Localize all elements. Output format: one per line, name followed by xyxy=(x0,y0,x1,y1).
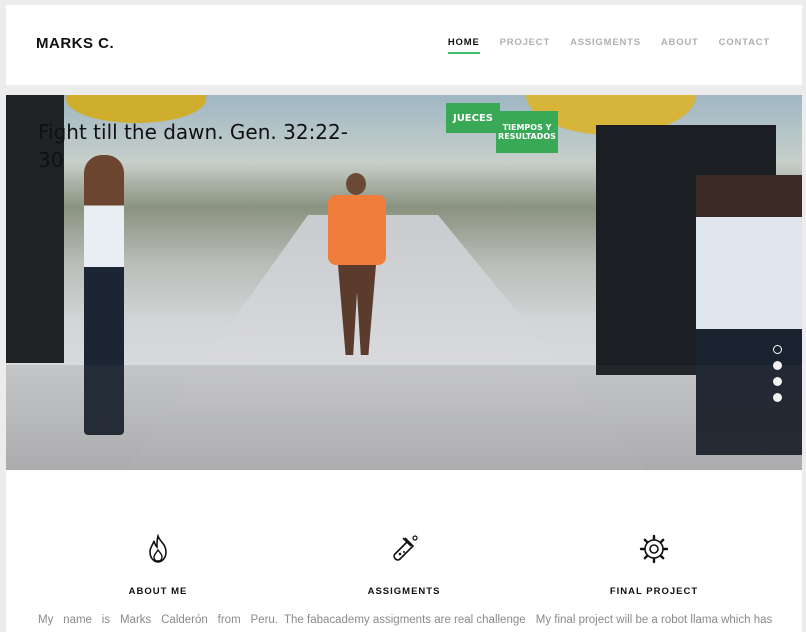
page-frame: MARKS C. HOME PROJECT ASSIGMENTS ABOUT C… xyxy=(6,5,802,632)
nav-assigments[interactable]: ASSIGMENTS xyxy=(570,37,641,54)
nav-contact[interactable]: CONTACT xyxy=(719,37,770,54)
feature-text: My name is Marks Calderón from Peru. xyxy=(38,614,278,626)
slider-dot-3[interactable] xyxy=(773,377,782,386)
nav-project[interactable]: PROJECT xyxy=(500,37,550,54)
slider-dot-2[interactable] xyxy=(773,361,782,370)
nav-about[interactable]: ABOUT xyxy=(661,37,699,54)
hero-photo-shadow xyxy=(6,365,802,470)
flame-icon xyxy=(149,534,167,563)
slider-dots xyxy=(773,345,782,402)
site-header: MARKS C. HOME PROJECT ASSIGMENTS ABOUT C… xyxy=(6,5,802,85)
feature-title: FINAL PROJECT xyxy=(609,586,699,597)
feature-text: My final project will be a robot llama w… xyxy=(535,614,773,626)
feature-text: The fabacademy assigments are real chall… xyxy=(284,614,526,626)
site-brand[interactable]: MARKS C. xyxy=(36,35,114,52)
features-section: ABOUT ME My name is Marks Calderón from … xyxy=(6,470,802,632)
flask-icon xyxy=(393,535,418,561)
header-separator xyxy=(6,85,802,95)
hero-photo-runner-head xyxy=(346,173,366,195)
slider-dot-4[interactable] xyxy=(773,393,782,402)
feature-title: ASSIGMENTS xyxy=(367,586,441,597)
nav-home[interactable]: HOME xyxy=(447,37,480,54)
slider-dot-1[interactable] xyxy=(773,345,782,354)
hero-caption: Fight till the dawn. Gen. 32:22-30 xyxy=(38,120,348,172)
feature-title: ABOUT ME xyxy=(128,586,188,597)
hero-photo-runner xyxy=(328,195,386,265)
gear-icon xyxy=(639,534,669,564)
hero-photo-sign-jueces: JUECES xyxy=(446,103,500,133)
main-nav: HOME PROJECT ASSIGMENTS ABOUT CONTACT xyxy=(447,37,770,54)
hero-slider[interactable]: JUECES TIEMPOS Y RESULTADOS Fight till t… xyxy=(6,95,802,470)
hero-photo-sign-tiempos: TIEMPOS Y RESULTADOS xyxy=(496,111,558,153)
